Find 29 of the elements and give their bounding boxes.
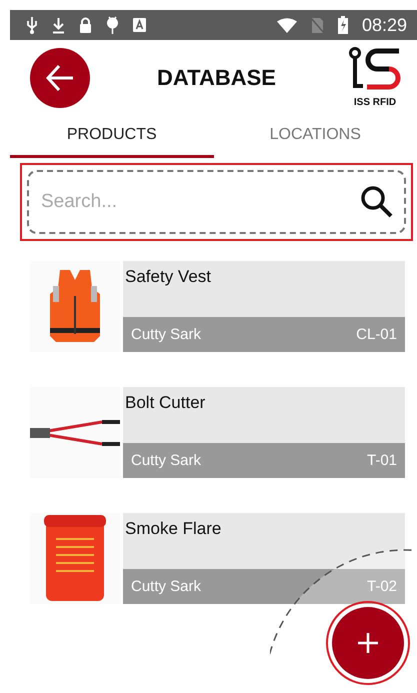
product-code: T-01 <box>366 452 397 469</box>
usb-icon <box>26 16 38 34</box>
keyboard-icon <box>133 18 146 32</box>
product-name: Bolt Cutter <box>123 387 405 443</box>
clock-time: 08:29 <box>362 14 407 36</box>
no-sim-icon <box>310 16 324 34</box>
product-card[interactable]: Bolt Cutter Cutty Sark T-01 <box>123 387 405 478</box>
page-title: DATABASE <box>156 64 277 90</box>
product-code: T-02 <box>366 578 397 595</box>
location-label: Cutty Sark <box>131 452 202 469</box>
lock-icon <box>79 16 92 34</box>
search-icon[interactable] <box>360 185 394 219</box>
location-label: Cutty Sark <box>131 578 202 595</box>
wifi-icon <box>276 18 297 32</box>
product-name: Safety Vest <box>123 261 405 317</box>
product-card[interactable]: Smoke Flare Cutty Sark T-02 <box>123 513 405 604</box>
back-arrow-icon <box>45 64 75 92</box>
battery-icon <box>338 16 348 34</box>
plus-icon <box>358 633 378 653</box>
download-icon <box>52 16 65 34</box>
location-label: Cutty Sark <box>131 326 202 343</box>
tab[interactable]: PRODUCTS <box>10 115 214 158</box>
product-code: CL-01 <box>356 326 397 343</box>
tab[interactable]: LOCATIONS <box>214 115 417 158</box>
android-icon <box>106 16 119 34</box>
product-name: Smoke Flare <box>123 513 405 569</box>
logo-text: ISS RFID <box>354 97 396 108</box>
search-field[interactable]: Search... <box>27 170 406 234</box>
product-card[interactable]: Safety Vest Cutty Sark CL-01 <box>123 261 405 352</box>
